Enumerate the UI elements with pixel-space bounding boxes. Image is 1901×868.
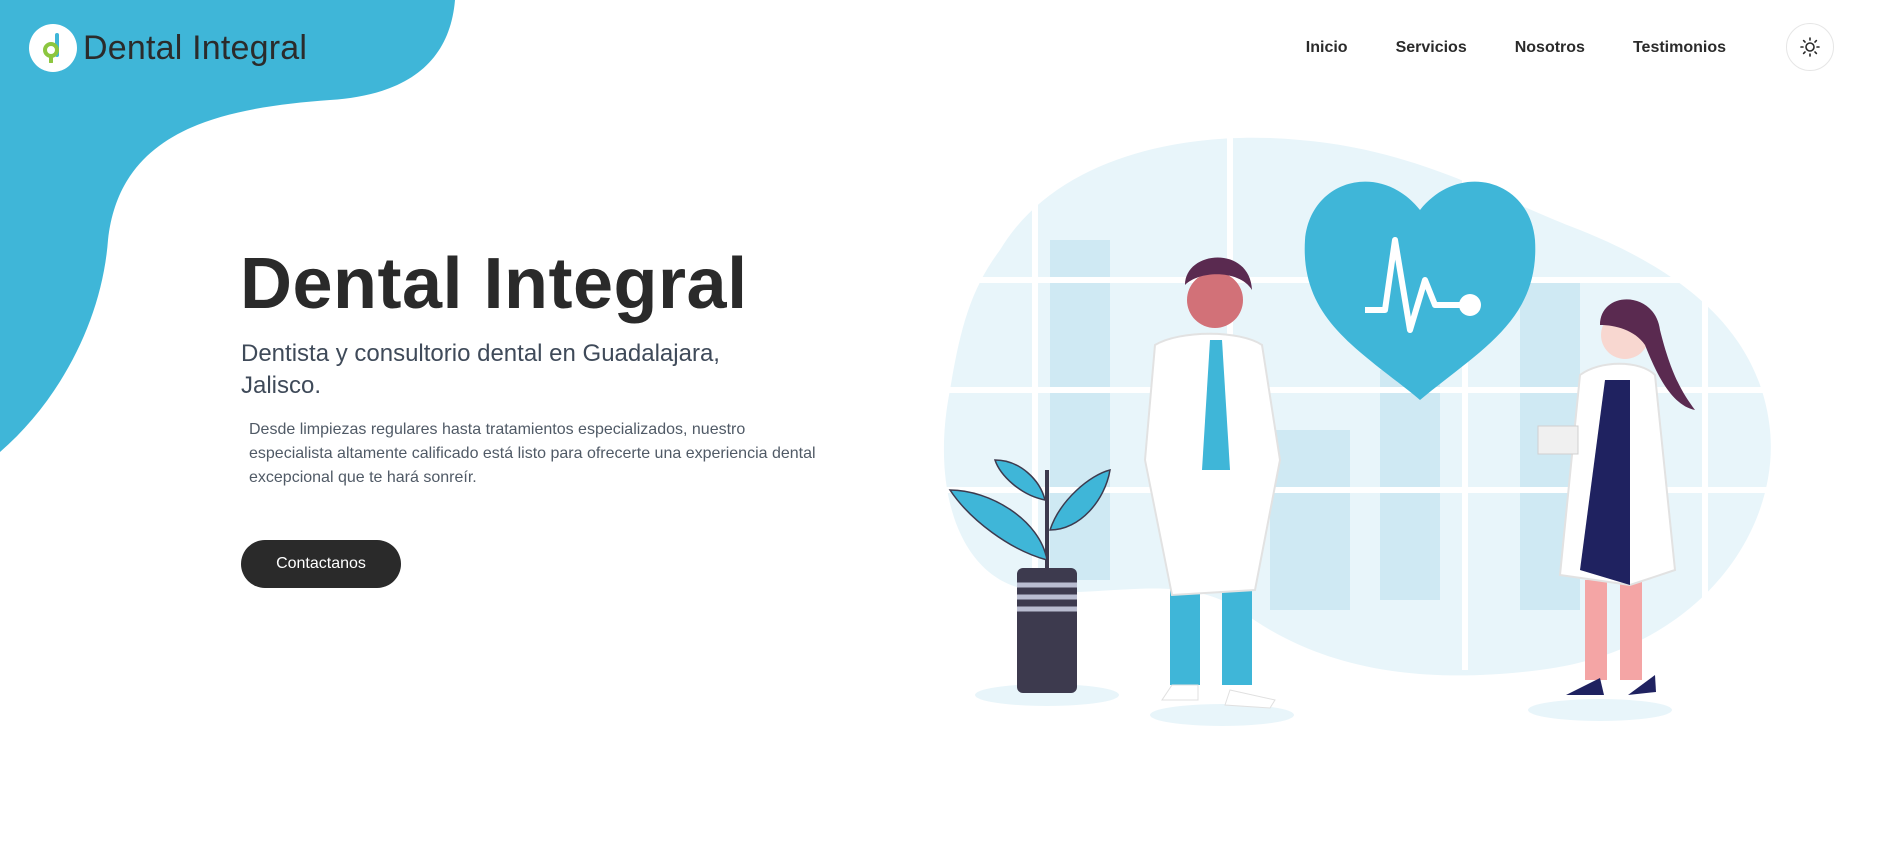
hero-description: Desde limpiezas regulares hasta tratamie… xyxy=(249,421,816,486)
nav-servicios[interactable]: Servicios xyxy=(1396,39,1467,57)
hero-title: Dental Integral xyxy=(240,244,748,324)
site-header: Dental Integral Inicio Servicios Nosotro… xyxy=(0,0,1901,96)
nav-testimonios[interactable]: Testimonios xyxy=(1633,39,1726,57)
contact-button[interactable]: Contactanos xyxy=(241,540,401,588)
nav-inicio[interactable]: Inicio xyxy=(1306,39,1348,57)
sun-icon xyxy=(1800,37,1820,57)
doctors-illustration xyxy=(940,130,1780,726)
hero-subtitle: Dentista y consultorio dental en Guadala… xyxy=(241,340,720,399)
brand-name: Dental Integral xyxy=(83,28,308,67)
logo-icon xyxy=(29,24,77,72)
nav-nosotros[interactable]: Nosotros xyxy=(1515,39,1585,57)
main-nav: Inicio Servicios Nosotros Testimonios xyxy=(1258,24,1726,72)
logo[interactable]: Dental Integral xyxy=(29,24,307,72)
theme-toggle-button[interactable] xyxy=(1786,23,1834,71)
